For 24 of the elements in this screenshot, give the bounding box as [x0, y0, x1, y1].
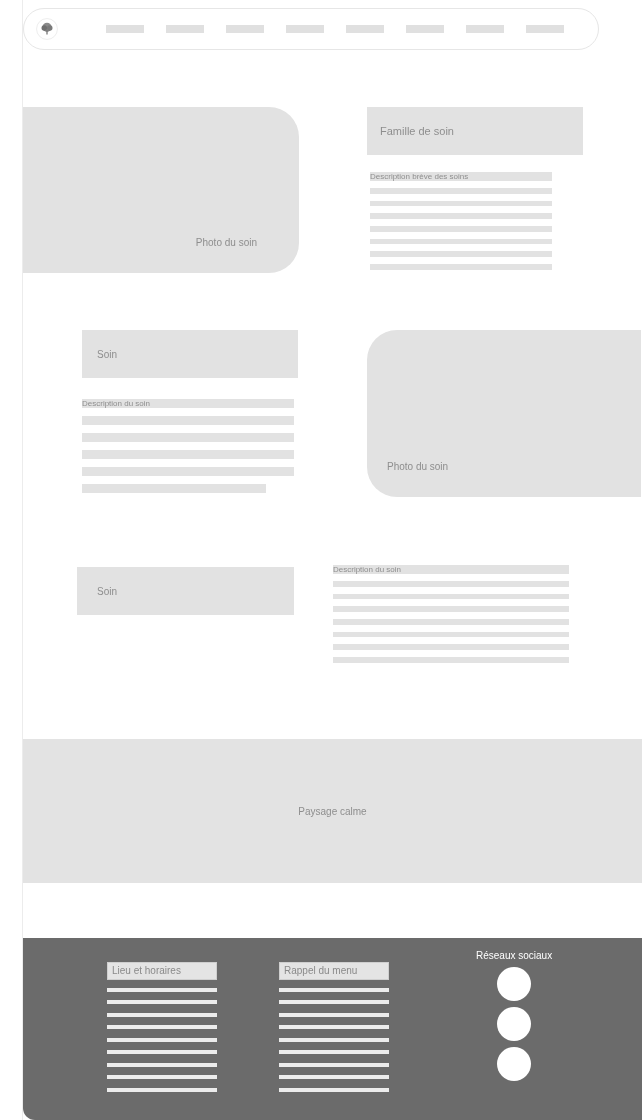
tree-logo-icon[interactable]	[36, 17, 58, 40]
menu-item-placeholder[interactable]	[346, 24, 384, 33]
menu-item-placeholder[interactable]	[286, 24, 324, 33]
section-title: Famille de soin	[380, 124, 454, 137]
section-title: Soin	[96, 584, 117, 597]
description-text: Description du soin	[82, 398, 294, 408]
social-link-icon[interactable]	[497, 1007, 532, 1042]
footer-heading: Rappel du menu	[279, 962, 389, 981]
social-link-icon[interactable]	[497, 1047, 532, 1082]
menu-item-placeholder[interactable]	[466, 24, 504, 33]
description-text: Description brève des soins	[370, 171, 552, 181]
footer-heading: Lieu et horaires	[107, 962, 217, 981]
menu-item-placeholder[interactable]	[166, 24, 204, 33]
section-title: Soin	[96, 347, 117, 360]
social-link-icon[interactable]	[497, 967, 532, 1002]
photo-label: Photo du soin	[387, 460, 449, 472]
social-title: Réseaux sociaux	[476, 950, 553, 962]
menu-item-placeholder[interactable]	[106, 24, 144, 33]
landscape-label: Paysage calme	[298, 805, 367, 817]
photo-label: Photo du soin	[195, 236, 257, 248]
menu-item-placeholder[interactable]	[406, 24, 444, 33]
description-text: Description du soin	[333, 564, 569, 574]
menu-item-placeholder[interactable]	[526, 24, 564, 33]
menu-item-placeholder[interactable]	[226, 24, 264, 33]
